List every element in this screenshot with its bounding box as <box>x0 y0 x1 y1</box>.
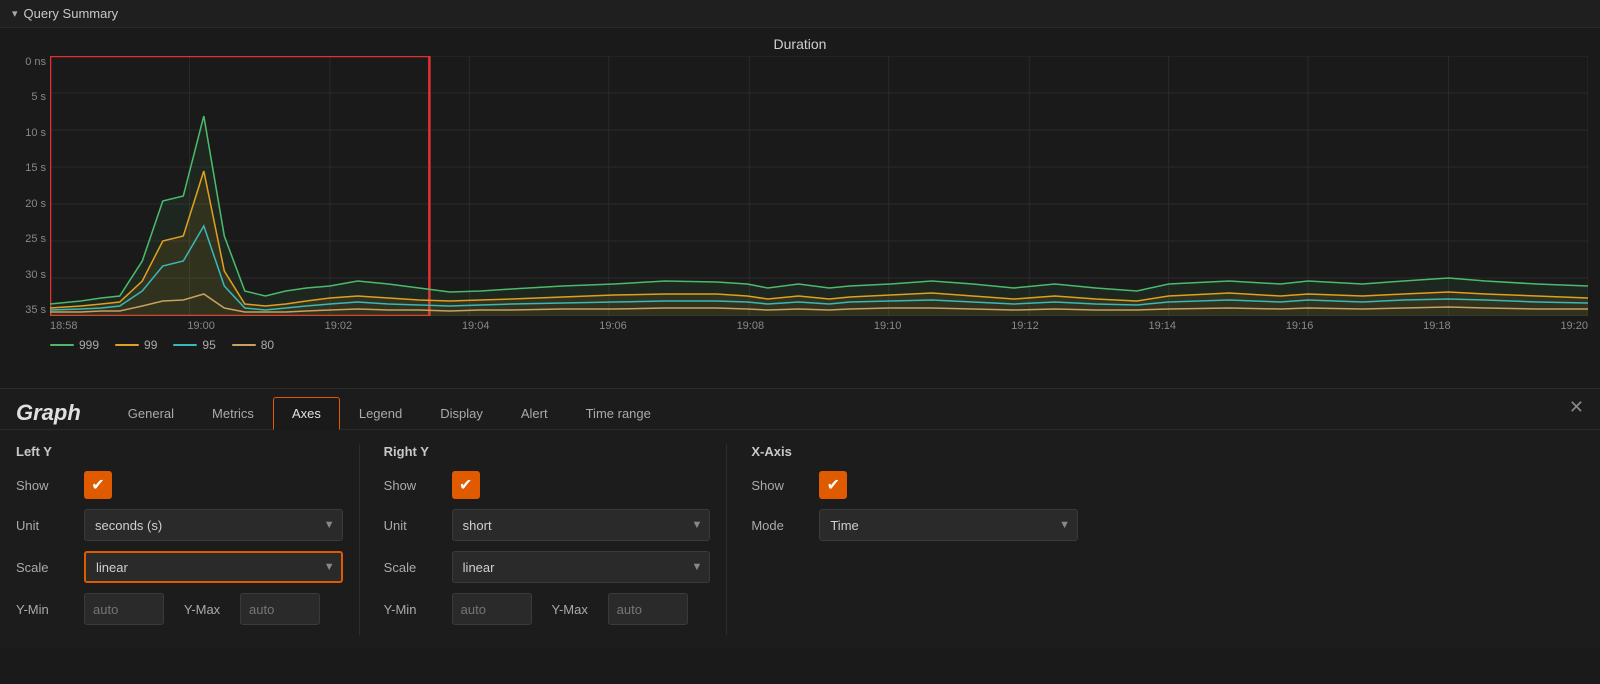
left-y-section: Left Y Show ✔ Unit seconds (s) milliseco… <box>16 444 359 635</box>
left-y-unit-row: Unit seconds (s) milliseconds (ms) micro… <box>16 509 343 541</box>
right-y-min-label: Y-Min <box>384 602 444 617</box>
left-y-scale-dropdown-wrapper: linear log ▼ <box>84 551 343 583</box>
axes-settings: Left Y Show ✔ Unit seconds (s) milliseco… <box>0 430 1600 649</box>
right-y-scale-row: Scale linear log ▼ <box>384 551 711 583</box>
query-summary-title: Query Summary <box>24 6 119 21</box>
legend-color-99 <box>115 344 139 346</box>
tab-display[interactable]: Display <box>421 397 502 430</box>
right-y-show-label: Show <box>384 478 444 493</box>
tab-axes[interactable]: Axes <box>273 397 340 430</box>
right-y-max-label: Y-Max <box>540 602 600 617</box>
x-axis-show-checkbox[interactable]: ✔ <box>819 471 847 499</box>
right-y-scale-label: Scale <box>384 560 444 575</box>
tab-legend[interactable]: Legend <box>340 397 421 430</box>
left-y-min-label: Y-Min <box>16 602 76 617</box>
graph-panel-header: Graph General Metrics Axes Legend Displa… <box>0 389 1600 429</box>
tab-nav: General Metrics Axes Legend Display Aler… <box>109 397 670 429</box>
right-y-minmax-row: Y-Min Y-Max <box>384 593 711 625</box>
legend-item-999: 999 <box>50 338 99 352</box>
right-y-max-input[interactable] <box>608 593 688 625</box>
left-y-minmax-row: Y-Min Y-Max <box>16 593 343 625</box>
legend-item-80: 80 <box>232 338 274 352</box>
left-y-scale-label: Scale <box>16 560 76 575</box>
graph-panel: Graph General Metrics Axes Legend Displa… <box>0 388 1600 649</box>
spacer <box>1094 444 1584 635</box>
left-y-unit-dropdown-wrapper: seconds (s) milliseconds (ms) microsecon… <box>84 509 343 541</box>
chart-inner[interactable] <box>50 56 1588 316</box>
right-y-show-checkbox[interactable]: ✔ <box>452 471 480 499</box>
x-axis-mode-select[interactable]: Time Series Histogram <box>819 509 1078 541</box>
right-y-title: Right Y <box>384 444 711 459</box>
chart-svg <box>50 56 1588 316</box>
right-y-show-row: Show ✔ <box>384 471 711 499</box>
left-y-show-label: Show <box>16 478 76 493</box>
left-y-unit-select[interactable]: seconds (s) milliseconds (ms) microsecon… <box>84 509 343 541</box>
x-axis-section: X-Axis Show ✔ Mode Time Series Histogram… <box>726 444 1094 635</box>
chevron-down-icon[interactable]: ▾ <box>12 7 18 20</box>
left-y-scale-select[interactable]: linear log <box>84 551 343 583</box>
tab-general[interactable]: General <box>109 397 193 430</box>
x-axis-labels: 18:58 19:00 19:02 19:04 19:06 19:08 19:1… <box>50 320 1588 332</box>
tab-time-range[interactable]: Time range <box>567 397 670 430</box>
left-y-show-row: Show ✔ <box>16 471 343 499</box>
left-y-show-checkbox[interactable]: ✔ <box>84 471 112 499</box>
right-y-unit-dropdown-wrapper: short seconds (s) milliseconds (ms) byte… <box>452 509 711 541</box>
right-y-scale-select[interactable]: linear log <box>452 551 711 583</box>
chart-area: 35 s 30 s 25 s 20 s 15 s 10 s 5 s 0 ns <box>12 56 1588 316</box>
close-button[interactable]: ✕ <box>1569 397 1584 418</box>
legend-color-80 <box>232 344 256 346</box>
legend-color-999 <box>50 344 74 346</box>
tab-metrics[interactable]: Metrics <box>193 397 273 430</box>
tab-alert[interactable]: Alert <box>502 397 567 430</box>
right-y-section: Right Y Show ✔ Unit short seconds (s) mi… <box>359 444 727 635</box>
legend-color-95 <box>173 344 197 346</box>
right-y-unit-row: Unit short seconds (s) milliseconds (ms)… <box>384 509 711 541</box>
right-y-unit-select[interactable]: short seconds (s) milliseconds (ms) byte… <box>452 509 711 541</box>
left-y-max-label: Y-Max <box>172 602 232 617</box>
x-axis-show-row: Show ✔ <box>751 471 1078 499</box>
x-axis-mode-row: Mode Time Series Histogram ▼ <box>751 509 1078 541</box>
legend-item-99: 99 <box>115 338 157 352</box>
left-y-unit-label: Unit <box>16 518 76 533</box>
left-y-max-input[interactable] <box>240 593 320 625</box>
right-y-min-input[interactable] <box>452 593 532 625</box>
chart-title: Duration <box>12 36 1588 52</box>
x-axis-mode-label: Mode <box>751 518 811 533</box>
x-axis-mode-dropdown-wrapper: Time Series Histogram ▼ <box>819 509 1078 541</box>
left-y-min-input[interactable] <box>84 593 164 625</box>
right-y-unit-label: Unit <box>384 518 444 533</box>
chart-legend: 999 99 95 80 <box>50 338 1588 352</box>
x-axis-show-label: Show <box>751 478 811 493</box>
left-y-title: Left Y <box>16 444 343 459</box>
x-axis-title: X-Axis <box>751 444 1078 459</box>
y-axis-labels: 35 s 30 s 25 s 20 s 15 s 10 s 5 s 0 ns <box>12 56 50 316</box>
right-y-scale-dropdown-wrapper: linear log ▼ <box>452 551 711 583</box>
legend-item-95: 95 <box>173 338 215 352</box>
query-summary-bar: ▾ Query Summary <box>0 0 1600 28</box>
left-y-scale-row: Scale linear log ▼ <box>16 551 343 583</box>
chart-container: Duration 35 s 30 s 25 s 20 s 15 s 10 s 5… <box>0 28 1600 388</box>
graph-panel-title: Graph <box>16 400 81 426</box>
